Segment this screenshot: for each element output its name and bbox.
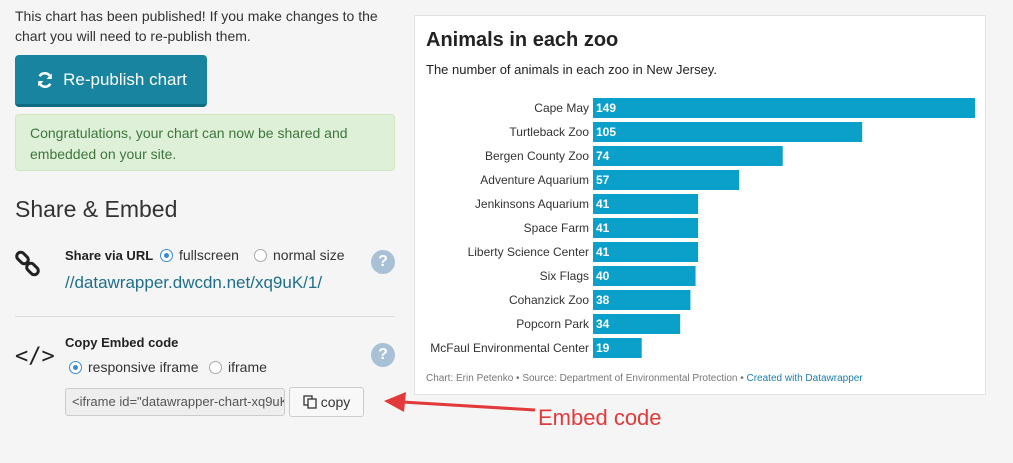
category-label: Bergen County Zoo (485, 149, 589, 163)
radio-responsive-iframe[interactable]: responsive iframe (69, 359, 199, 375)
category-label: Liberty Science Center (468, 245, 589, 259)
value-label: 41 (596, 245, 610, 259)
value-label: 38 (596, 293, 610, 307)
category-label: Space Farm (524, 221, 589, 235)
radio-button-checked[interactable] (160, 248, 173, 262)
radio-button[interactable] (209, 360, 222, 374)
share-url-help-icon[interactable]: ? (371, 250, 395, 274)
success-alert: Congratulations, your chart can now be s… (15, 114, 395, 171)
radio-iframe[interactable]: iframe (209, 359, 267, 375)
copy-button[interactable]: copy (289, 387, 364, 417)
category-label: Turtleback Zoo (509, 125, 589, 139)
value-label: 57 (596, 173, 610, 187)
chart-footer: Chart: Erin Petenko • Source: Department… (426, 373, 863, 384)
radio-button-checked[interactable] (69, 360, 82, 374)
radio-responsive-iframe-label: responsive iframe (88, 359, 199, 375)
category-label: Cohanzick Zoo (509, 293, 589, 307)
bar-chart: Cape May 149 Turtleback Zoo 105 Bergen Count… (430, 98, 975, 358)
category-label: McFaul Environmental Center (430, 341, 589, 355)
value-label: 149 (596, 101, 616, 115)
radio-fullscreen-label: fullscreen (179, 247, 239, 263)
category-label: Popcorn Park (516, 317, 590, 331)
value-label: 19 (596, 341, 610, 355)
copy-label: copy (320, 394, 351, 410)
share-url-link[interactable]: //datawrapper.dwcdn.net/xq9uK/1/ (65, 273, 322, 293)
category-label: Jenkinsons Aquarium (475, 197, 589, 211)
category-label: Six Flags (540, 269, 589, 283)
embed-code-field[interactable]: <iframe id="datawrapper-chart-xq9uK" (65, 388, 285, 416)
divider (15, 316, 395, 317)
radio-fullscreen[interactable]: fullscreen (160, 247, 239, 263)
chart-byline: Chart: Erin Petenko (426, 373, 514, 384)
radio-button[interactable] (254, 248, 267, 262)
copy-icon (303, 395, 317, 409)
chart-card: Animals in each zoo The number of animal… (414, 15, 986, 395)
value-label: 34 (596, 317, 610, 331)
radio-normal-size[interactable]: normal size (254, 247, 345, 263)
link-icon (15, 250, 40, 277)
value-label: 74 (596, 149, 610, 163)
republish-label: Re-publish chart (63, 69, 187, 89)
published-message: This chart has been published! If you ma… (15, 8, 378, 44)
radio-normal-size-label: normal size (273, 247, 345, 263)
share-embed-title: Share & Embed (15, 196, 178, 222)
value-label: 41 (596, 197, 610, 211)
value-label: 41 (596, 221, 610, 235)
radio-iframe-label: iframe (228, 359, 267, 375)
category-label: Adventure Aquarium (480, 173, 589, 187)
category-label: Cape May (534, 101, 589, 115)
datawrapper-credit-link[interactable]: Created with Datawrapper (747, 373, 863, 384)
embed-code-help-icon[interactable]: ? (371, 343, 395, 367)
bar (593, 170, 740, 190)
refresh-icon (38, 71, 52, 88)
embed-code-label: Copy Embed code (65, 335, 179, 350)
republish-button[interactable]: Re-publish chart (15, 55, 207, 107)
value-label: 105 (596, 125, 616, 139)
bar (593, 146, 783, 166)
chart-source: Source: Department of Environmental Prot… (522, 373, 738, 384)
bar (593, 122, 863, 142)
code-icon: </> (15, 344, 55, 369)
share-url-label: Share via URL (65, 248, 154, 263)
annotation-label: Embed code (538, 405, 662, 430)
bar (593, 98, 975, 118)
value-label: 40 (596, 269, 610, 283)
